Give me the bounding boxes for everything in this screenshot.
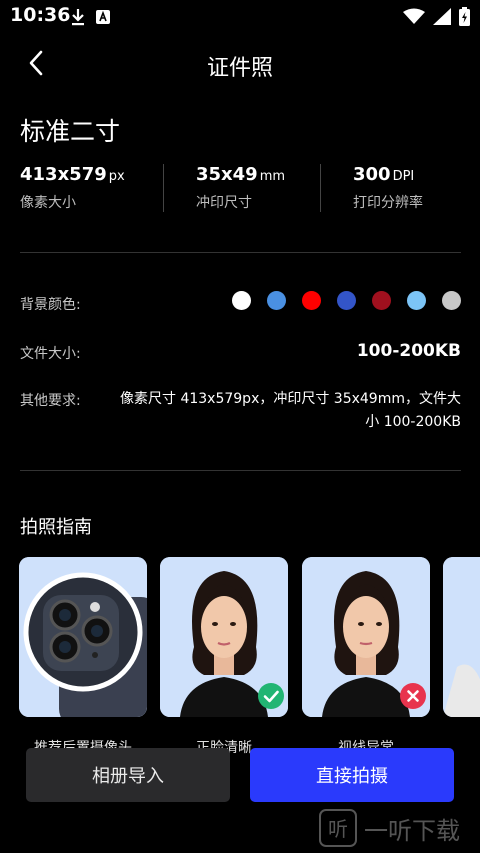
bg-color-label: 背景颜色:	[20, 297, 81, 313]
divider	[20, 470, 461, 471]
file-size-label: 文件大小:	[20, 346, 81, 362]
download-icon	[72, 9, 84, 26]
print-size-unit: mm	[259, 169, 286, 184]
other-req-label: 其他要求:	[20, 393, 81, 409]
print-size-label: 冲印尺寸	[196, 195, 252, 211]
watermark-text: 一听下载	[364, 816, 460, 845]
divider	[20, 252, 461, 253]
bg-color-picker	[232, 291, 461, 310]
spec-title: 标准二寸	[20, 117, 121, 146]
guide-carousel[interactable]: 推荐后置摄像头 正脸清晰	[19, 557, 480, 757]
pixel-size-unit: px	[108, 169, 125, 184]
dpi-stat: 300 DPI 打印分辨率	[353, 164, 423, 212]
dpi-value: 300	[353, 164, 391, 185]
album-import-button[interactable]: 相册导入	[26, 748, 230, 802]
print-size-value: 35x49	[196, 164, 258, 185]
svg-text:听: 听	[328, 817, 348, 841]
bg-color-swatch[interactable]	[302, 291, 321, 310]
dpi-label: 打印分辨率	[353, 195, 423, 211]
pixel-size-stat: 413x579 px 像素大小	[20, 164, 125, 212]
portrait-image	[443, 557, 480, 717]
bottom-action-bar: 相册导入 直接拍摄	[0, 744, 480, 804]
wifi-icon	[403, 8, 425, 24]
guide-title: 拍照指南	[20, 517, 92, 538]
spec-stats: 413x579 px 像素大小 35x49 mm 冲印尺寸 300 DPI 打印分辨率	[0, 160, 480, 218]
watermark: 听 一听下载	[318, 808, 460, 848]
battery-icon	[459, 7, 470, 26]
bg-color-swatch[interactable]	[442, 291, 461, 310]
guide-card-rear-camera[interactable]	[19, 557, 147, 717]
rear-camera-icon	[19, 557, 147, 717]
print-size-stat: 35x49 mm 冲印尺寸	[196, 164, 285, 212]
error-badge	[400, 683, 426, 713]
guide-card-clear-face[interactable]	[160, 557, 288, 717]
app-notification-icon	[96, 10, 110, 24]
other-req-value: 像素尺寸 413x579px，冲印尺寸 35x49mm，文件大小 100-200…	[120, 391, 461, 430]
check-icon	[258, 683, 284, 709]
stat-divider	[163, 164, 164, 212]
dpi-unit: DPI	[392, 169, 415, 184]
page-title: 证件照	[206, 56, 273, 81]
bg-color-swatch[interactable]	[372, 291, 391, 310]
bg-color-swatch[interactable]	[337, 291, 356, 310]
guide-card-partial[interactable]	[443, 557, 480, 717]
status-time: 10:36	[10, 4, 71, 26]
watermark-logo-icon: 听	[319, 809, 357, 847]
pixel-size-value: 413x579	[20, 164, 107, 185]
nav-bar: 证件照	[0, 34, 480, 92]
stat-divider	[320, 164, 321, 212]
signal-icon	[433, 8, 451, 25]
take-photo-button[interactable]: 直接拍摄	[250, 748, 454, 802]
check-badge	[258, 683, 284, 713]
bg-color-swatch[interactable]	[407, 291, 426, 310]
close-icon	[400, 683, 426, 709]
file-size-value: 100-200KB	[356, 341, 461, 361]
guide-card-gaze-off[interactable]	[302, 557, 430, 717]
status-bar: 10:36	[0, 0, 480, 34]
bg-color-swatch[interactable]	[232, 291, 251, 310]
bg-color-swatch[interactable]	[267, 291, 286, 310]
pixel-size-label: 像素大小	[20, 195, 76, 211]
